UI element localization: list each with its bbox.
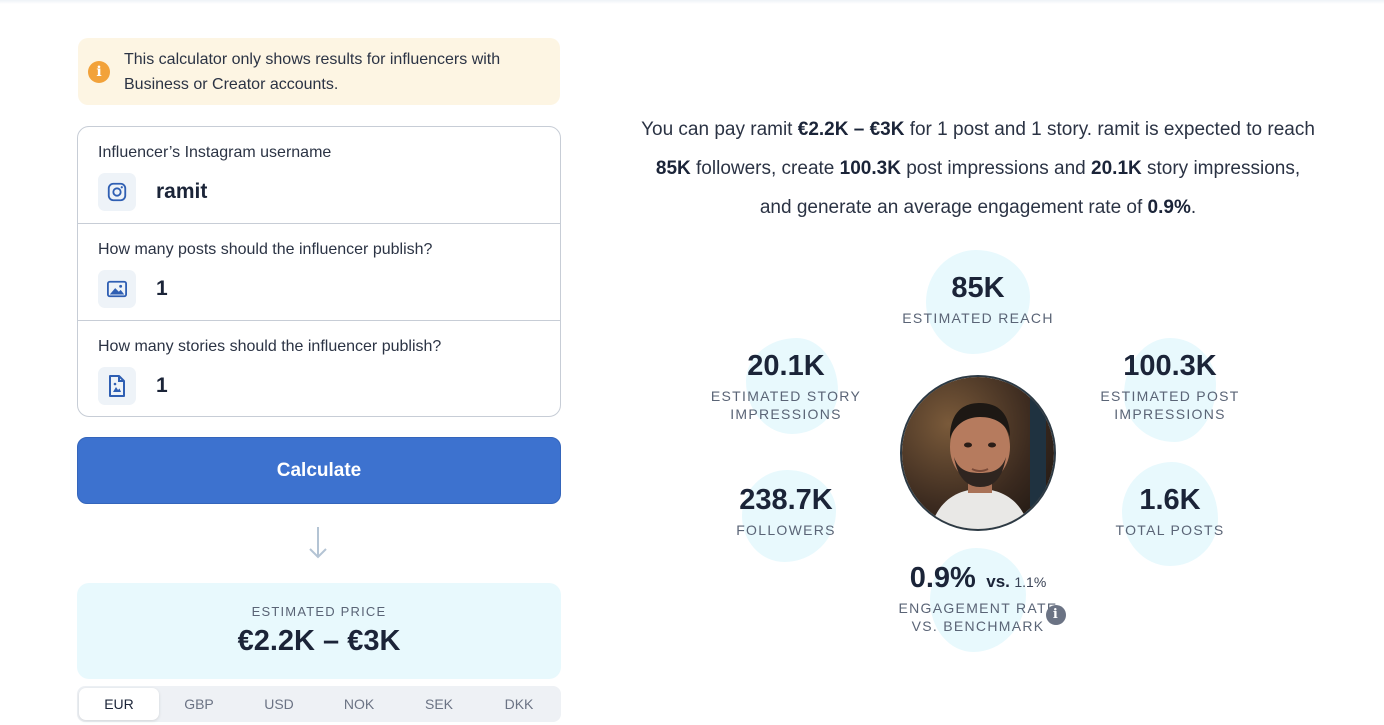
account-type-notice: i This calculator only shows results for… [78, 38, 560, 105]
info-icon: i [88, 60, 110, 83]
followers-value: 238.7K [739, 484, 833, 516]
summary-text: and generate an average engagement rate … [759, 197, 1148, 218]
instagram-icon [98, 173, 136, 211]
price-label: ESTIMATED PRICE [251, 604, 387, 619]
engagement-vs: vs. [986, 572, 1010, 591]
stories-label: How many stories should the influencer p… [98, 338, 442, 355]
top-divider [0, 0, 1384, 4]
summary-story-impressions: 20.1K [1091, 158, 1142, 179]
estimated-price-box: ESTIMATED PRICE €2.2K – €3K [77, 583, 561, 679]
label-line: ESTIMATED STORY [710, 388, 862, 404]
reach-label: ESTIMATED REACH [902, 310, 1054, 326]
summary-text: for 1 post and 1 story. ramit is expecte… [904, 119, 1315, 140]
summary-price: €2.2K – €3K [797, 119, 905, 140]
currency-tab-nok[interactable]: NOK [319, 688, 399, 720]
total-posts-value: 1.6K [1139, 484, 1201, 516]
label-line: ESTIMATED POST [1100, 388, 1240, 404]
notice-line-2: Business or Creator accounts. [124, 75, 339, 93]
stat-followers: 238.7K FOLLOWERS [696, 484, 876, 539]
summary-text: followers, create [690, 158, 840, 179]
stat-story-impressions: 20.1K ESTIMATED STORY IMPRESSIONS [696, 350, 876, 423]
total-posts-label: TOTAL POSTS [1115, 522, 1225, 538]
posts-field[interactable]: How many posts should the influencer pub… [78, 224, 560, 321]
stat-post-impressions: 100.3K ESTIMATED POST IMPRESSIONS [1080, 350, 1260, 423]
username-input[interactable]: ramit [156, 180, 207, 204]
username-label: Influencer’s Instagram username [98, 144, 332, 161]
stat-reach: 85K ESTIMATED REACH [878, 272, 1078, 327]
summary-text: story impressions, [1141, 158, 1301, 179]
currency-selector: EUR GBP USD NOK SEK DKK [77, 686, 561, 722]
username-field[interactable]: Influencer’s Instagram username ramit [78, 127, 560, 224]
engagement-value-row: 0.9% vs. 1.1% [868, 562, 1088, 595]
summary-post-impressions: 100.3K [839, 158, 901, 179]
story-file-icon [98, 367, 136, 405]
post-impressions-value: 100.3K [1123, 350, 1217, 382]
info-icon[interactable]: i [1046, 605, 1066, 625]
post-impressions-label: ESTIMATED POST IMPRESSIONS [1080, 387, 1260, 423]
summary-reach: 85K [655, 158, 691, 179]
arrow-down-icon [309, 527, 327, 559]
summary-text: post impressions and [900, 158, 1092, 179]
stories-field[interactable]: How many stories should the influencer p… [78, 321, 560, 416]
image-icon [98, 270, 136, 308]
avatar [900, 375, 1056, 531]
stat-total-posts: 1.6K TOTAL POSTS [1080, 484, 1260, 539]
stat-engagement: 0.9% vs. 1.1% ENGAGEMENT RATE VS. BENCHM… [868, 562, 1088, 635]
summary-text: You can pay ramit [641, 119, 798, 140]
story-impressions-value: 20.1K [747, 350, 825, 382]
reach-value: 85K [951, 272, 1005, 304]
currency-tab-eur[interactable]: EUR [79, 688, 159, 720]
results-summary: You can pay ramit €2.2K – €3K for 1 post… [600, 110, 1356, 227]
story-impressions-label: ESTIMATED STORY IMPRESSIONS [696, 387, 876, 423]
currency-tab-dkk[interactable]: DKK [479, 688, 559, 720]
currency-tab-gbp[interactable]: GBP [159, 688, 239, 720]
benchmark-value: 1.1% [1014, 574, 1047, 590]
label-line: IMPRESSIONS [1114, 406, 1226, 422]
currency-tab-sek[interactable]: SEK [399, 688, 479, 720]
notice-line-1: This calculator only shows results for i… [124, 50, 501, 68]
engagement-label: ENGAGEMENT RATE VS. BENCHMARK i [868, 599, 1088, 635]
posts-input[interactable]: 1 [156, 277, 168, 301]
calculate-button[interactable]: Calculate [77, 437, 561, 504]
engagement-value: 0.9% [909, 562, 976, 594]
price-value: €2.2K – €3K [237, 625, 401, 657]
stories-input[interactable]: 1 [156, 374, 168, 398]
posts-label: How many posts should the influencer pub… [98, 241, 433, 258]
label-line: IMPRESSIONS [730, 406, 842, 422]
calculator-form: Influencer’s Instagram username ramit Ho… [77, 126, 561, 417]
followers-label: FOLLOWERS [736, 522, 836, 538]
summary-engagement: 0.9% [1147, 197, 1191, 218]
notice-text: This calculator only shows results for i… [124, 47, 500, 97]
summary-text: . [1190, 197, 1197, 218]
currency-tab-usd[interactable]: USD [239, 688, 319, 720]
